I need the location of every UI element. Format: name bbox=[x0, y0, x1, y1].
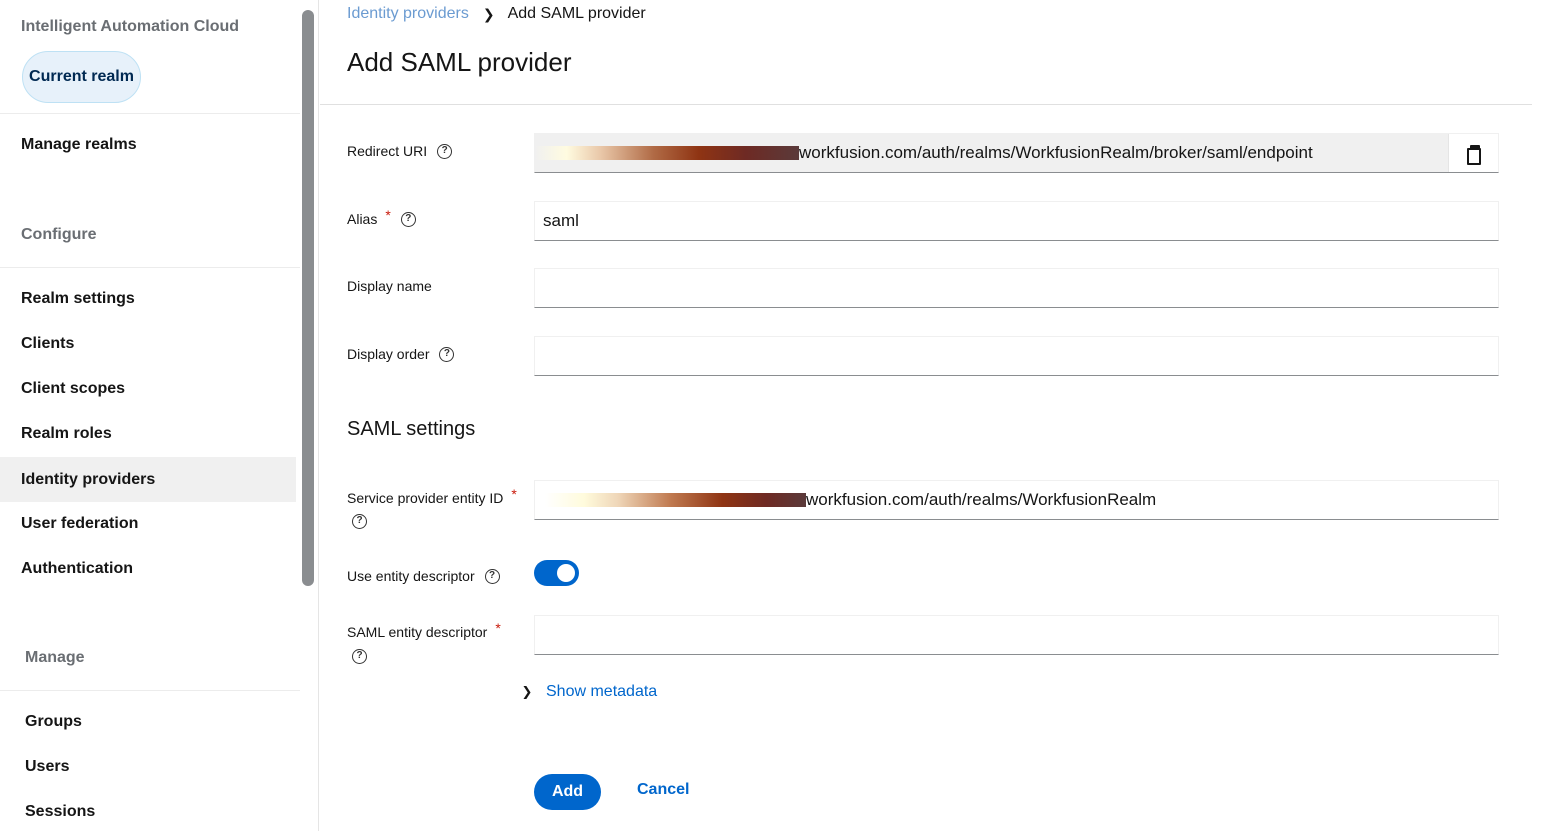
alias-label: Alias * ? bbox=[347, 207, 416, 227]
help-icon[interactable]: ? bbox=[437, 143, 453, 159]
required-asterisk: * bbox=[385, 207, 391, 223]
help-icon[interactable]: ? bbox=[400, 211, 416, 227]
copy-button[interactable] bbox=[1448, 134, 1498, 172]
display-name-input[interactable] bbox=[534, 268, 1499, 308]
sp-entity-id-label: Service provider entity ID * bbox=[347, 486, 517, 506]
chevron-right-icon: ❯ bbox=[482, 5, 495, 22]
help-icon[interactable]: ? bbox=[352, 514, 367, 529]
breadcrumb: Identity providers ❯ Add SAML provider bbox=[347, 5, 646, 23]
sp-entity-id-value: workfusion.com/auth/realms/WorkfusionRea… bbox=[806, 490, 1157, 509]
sidebar-item-users[interactable]: Users bbox=[0, 744, 296, 789]
redirect-uri-field[interactable]: workfusion.com/auth/realms/WorkfusionRea… bbox=[534, 133, 1499, 173]
page-title: Add SAML provider bbox=[347, 47, 572, 77]
sidebar-section-configure: Configure bbox=[21, 226, 97, 243]
display-order-label: Display order ? bbox=[347, 346, 455, 362]
sidebar-section-manage: Manage bbox=[25, 649, 85, 666]
cancel-button[interactable]: Cancel bbox=[637, 781, 689, 799]
redirect-uri-value: workfusion.com/auth/realms/WorkfusionRea… bbox=[799, 143, 1313, 162]
redirect-uri-label: Redirect URI ? bbox=[347, 143, 453, 159]
sidebar-item-realm-settings[interactable]: Realm settings bbox=[0, 276, 296, 321]
sidebar-item-manage-realms[interactable]: Manage realms bbox=[0, 122, 296, 167]
sidebar-scrollbar-thumb[interactable] bbox=[302, 10, 314, 586]
copy-icon bbox=[1466, 145, 1481, 165]
sidebar: Intelligent Automation Cloud Current rea… bbox=[0, 0, 319, 831]
required-asterisk: * bbox=[495, 620, 501, 636]
show-metadata-toggle[interactable]: ❯ Show metadata bbox=[518, 683, 658, 701]
header-divider bbox=[320, 104, 1532, 105]
sidebar-divider bbox=[0, 113, 300, 114]
toggle-knob bbox=[557, 564, 575, 582]
alias-input[interactable]: saml bbox=[534, 201, 1499, 241]
help-icon[interactable]: ? bbox=[352, 649, 367, 664]
chevron-right-icon: ❯ bbox=[521, 684, 533, 699]
sidebar-item-realm-roles[interactable]: Realm roles bbox=[0, 411, 296, 456]
sidebar-item-user-federation[interactable]: User federation bbox=[0, 501, 296, 546]
redacted-region bbox=[535, 146, 799, 160]
breadcrumb-identity-providers-link[interactable]: Identity providers bbox=[347, 5, 469, 23]
saml-entity-descriptor-label: SAML entity descriptor * bbox=[347, 620, 501, 640]
sidebar-divider bbox=[0, 267, 300, 268]
sidebar-item-authentication[interactable]: Authentication bbox=[0, 546, 296, 591]
breadcrumb-current: Add SAML provider bbox=[507, 5, 646, 22]
sp-entity-id-input[interactable]: workfusion.com/auth/realms/WorkfusionRea… bbox=[534, 480, 1499, 520]
sidebar-item-sessions[interactable]: Sessions bbox=[0, 789, 296, 831]
sidebar-item-identity-providers[interactable]: Identity providers bbox=[0, 457, 296, 502]
help-icon[interactable]: ? bbox=[484, 568, 500, 584]
realm-title: Intelligent Automation Cloud bbox=[21, 18, 240, 35]
sidebar-item-groups[interactable]: Groups bbox=[0, 699, 296, 744]
sidebar-divider bbox=[0, 690, 300, 691]
current-realm-button[interactable]: Current realm bbox=[22, 51, 141, 103]
display-name-label: Display name bbox=[347, 278, 432, 294]
show-metadata-label: Show metadata bbox=[546, 683, 658, 700]
redacted-region bbox=[545, 493, 806, 507]
saml-entity-descriptor-input[interactable] bbox=[534, 615, 1499, 655]
sidebar-item-client-scopes[interactable]: Client scopes bbox=[0, 366, 296, 411]
use-entity-descriptor-toggle[interactable] bbox=[534, 560, 579, 586]
use-entity-descriptor-label: Use entity descriptor ? bbox=[347, 568, 500, 584]
saml-settings-title: SAML settings bbox=[347, 418, 476, 440]
add-button[interactable]: Add bbox=[534, 774, 601, 810]
display-order-input[interactable] bbox=[534, 336, 1499, 376]
sidebar-item-clients[interactable]: Clients bbox=[0, 321, 296, 366]
required-asterisk: * bbox=[511, 486, 517, 502]
help-icon[interactable]: ? bbox=[439, 346, 455, 362]
